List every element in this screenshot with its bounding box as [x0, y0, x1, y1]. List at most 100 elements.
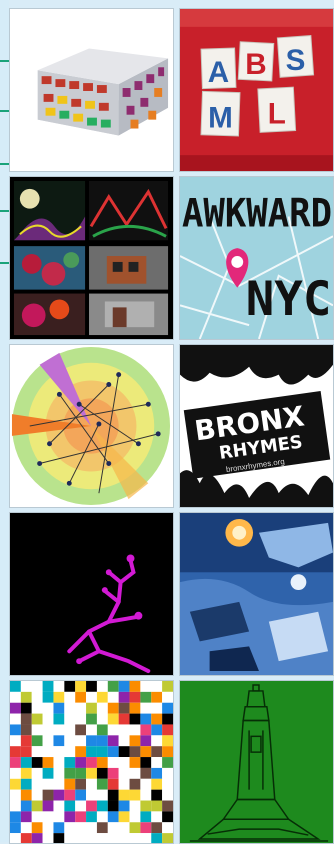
- mosaic-cell: [31, 681, 43, 692]
- mosaic-cell: [53, 702, 65, 714]
- mosaic-cell: [20, 681, 32, 692]
- mosaic-cell: [151, 746, 163, 758]
- mosaic-cell: [129, 746, 141, 758]
- mosaic-cell: [140, 757, 152, 768]
- mosaic-cell: [64, 681, 76, 692]
- mosaic-cell: [53, 724, 65, 736]
- mosaic-cell: [151, 724, 163, 736]
- mosaic-cell: [86, 735, 97, 747]
- mosaic-cell: [107, 811, 119, 823]
- mosaic-cell: [42, 757, 54, 768]
- mosaic-cell: [42, 713, 54, 725]
- nyc-title: NYC: [246, 272, 332, 327]
- mosaic-cell: [10, 757, 21, 768]
- tile-pixel-mosaic[interactable]: [9, 680, 174, 844]
- mosaic-cell: [42, 681, 54, 692]
- mosaic-cell: [75, 735, 87, 747]
- green-tower-image: [180, 681, 333, 843]
- mosaic-cell: [140, 767, 152, 779]
- tile-magenta-tree[interactable]: [9, 512, 174, 676]
- mosaic-cell: [96, 735, 108, 747]
- thumbnail-grid: A B S M L AWKWARD NYC BRONX RHYMES bronx…: [9, 8, 334, 844]
- tile-3d-renders[interactable]: [9, 176, 174, 340]
- mosaic-cell: [162, 789, 173, 801]
- mosaic-cell: [162, 811, 173, 823]
- mosaic-cell: [31, 800, 43, 812]
- mosaic-cell: [53, 778, 65, 790]
- mosaic-cell: [118, 746, 130, 758]
- mosaic-cell: [10, 767, 21, 779]
- mosaic-cell: [53, 713, 65, 725]
- mosaic-cell: [53, 767, 65, 779]
- mosaic-cell: [20, 702, 32, 714]
- tile-absml[interactable]: A B S M L: [179, 8, 334, 172]
- tile-awkward-nyc[interactable]: AWKWARD NYC: [179, 176, 334, 340]
- renders-collage-image: [10, 177, 173, 339]
- mosaic-cell: [151, 681, 163, 692]
- mosaic-cell: [31, 724, 43, 736]
- mosaic-cell: [64, 702, 76, 714]
- mosaic-cell: [151, 767, 163, 779]
- mosaic-cell: [96, 691, 108, 703]
- mosaic-cell: [86, 811, 97, 823]
- mosaic-cell: [129, 800, 141, 812]
- rail-tick: [0, 262, 9, 264]
- mosaic-cell: [96, 800, 108, 812]
- mosaic-cell: [162, 724, 173, 736]
- mosaic-cell: [107, 691, 119, 703]
- mosaic-cell: [107, 757, 119, 768]
- mosaic-cell: [75, 778, 87, 790]
- mosaic-cell: [118, 822, 130, 834]
- mosaic-cell: [140, 724, 152, 736]
- mosaic-cell: [129, 811, 141, 823]
- mosaic-cell: [162, 800, 173, 812]
- mosaic-cell: [42, 702, 54, 714]
- mosaic-cell: [64, 713, 76, 725]
- rail-tick: [0, 163, 9, 165]
- mosaic-cell: [31, 757, 43, 768]
- mosaic-cell: [107, 778, 119, 790]
- mosaic-cell: [140, 746, 152, 758]
- blue-debris-image: [180, 513, 333, 675]
- mosaic-cell: [129, 702, 141, 714]
- letter-a: A: [208, 56, 229, 89]
- mosaic-cell: [96, 822, 108, 834]
- mosaic-cell: [151, 811, 163, 823]
- mosaic-cell: [20, 800, 32, 812]
- mosaic-cell: [75, 746, 87, 758]
- mosaic-cell: [75, 724, 87, 736]
- mosaic-cell: [96, 746, 108, 758]
- rail-tick: [0, 210, 9, 212]
- mosaic-cell: [75, 811, 87, 823]
- mosaic-cell: [42, 811, 54, 823]
- mosaic-cell: [162, 778, 173, 790]
- mosaic-cell: [118, 724, 130, 736]
- mosaic-cell: [20, 691, 32, 703]
- mosaic-cell: [151, 757, 163, 768]
- mosaic-cell: [140, 800, 152, 812]
- mosaic-cell: [75, 691, 87, 703]
- mosaic-cell: [129, 691, 141, 703]
- mosaic-cell: [10, 681, 21, 692]
- mosaic-cell: [140, 702, 152, 714]
- tile-green-tower[interactable]: [179, 680, 334, 844]
- tile-blue-debris[interactable]: [179, 512, 334, 676]
- mosaic-cell: [140, 789, 152, 801]
- letter-m: M: [208, 102, 233, 135]
- mosaic-cell: [162, 822, 173, 834]
- mosaic-cell: [64, 811, 76, 823]
- mosaic-cell: [86, 702, 97, 714]
- mosaic-cell: [75, 789, 87, 801]
- mosaic-cell: [20, 811, 32, 823]
- tile-building-model[interactable]: [9, 8, 174, 172]
- awkward-nyc-image: AWKWARD NYC: [180, 177, 333, 339]
- rail-tick: [0, 110, 9, 112]
- tile-bronx-rhymes[interactable]: BRONX RHYMES bronxrhymes.org: [179, 344, 334, 508]
- mosaic-cell: [64, 724, 76, 736]
- mosaic-cell: [64, 735, 76, 747]
- letter-b: B: [245, 48, 266, 81]
- mosaic-cell: [42, 724, 54, 736]
- mosaic-cell: [151, 822, 163, 834]
- tile-radial-network[interactable]: [9, 344, 174, 508]
- mosaic-cell: [96, 778, 108, 790]
